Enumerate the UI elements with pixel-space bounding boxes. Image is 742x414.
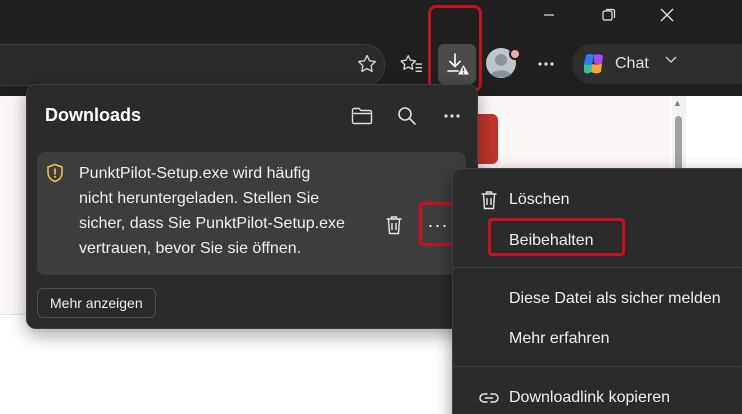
more-icon [538, 62, 554, 66]
close-icon [660, 8, 674, 22]
delete-download-button[interactable] [381, 212, 407, 238]
address-bar[interactable] [0, 44, 385, 86]
menu-item-label: Löschen [509, 191, 570, 208]
favorites-button[interactable] [396, 49, 426, 79]
warning-line: nicht heruntergeladen. Stellen Sie [79, 190, 320, 207]
menu-item-label: Diese Datei als sicher melden [509, 290, 721, 307]
download-context-menu: Löschen Beibehalten Diese Datei als sich… [452, 168, 742, 414]
screen: Chat ▲ Downloads PunktPilot-Setup.exe wi… [0, 0, 742, 414]
menu-item-report-safe[interactable]: Diese Datei als sicher melden [453, 280, 742, 318]
open-downloads-folder-button[interactable] [349, 103, 375, 129]
maximize-button[interactable] [586, 0, 632, 30]
search-icon [398, 107, 416, 125]
minimize-icon [544, 14, 554, 16]
warning-line: vertrauen, bevor Sie sie öffnen. [79, 240, 302, 257]
warning-line: sicher, dass Sie PunktPilot-Setup.exe [79, 215, 345, 232]
trash-icon [479, 190, 499, 210]
warning-shield-icon [47, 163, 63, 183]
annotation-highlight-keep [488, 218, 625, 256]
add-favorite-button[interactable] [352, 49, 382, 79]
notification-dot [509, 48, 521, 60]
menu-item-copy-download-link[interactable]: Downloadlink kopieren [453, 379, 742, 414]
copilot-icon [584, 54, 603, 74]
menu-item-label: Downloadlink kopieren [509, 389, 670, 406]
chat-label: Chat [615, 55, 649, 72]
close-window-button[interactable] [644, 0, 690, 30]
chevron-down-icon[interactable] [664, 54, 678, 64]
annotation-highlight-download [428, 5, 482, 92]
downloads-more-options-button[interactable] [439, 103, 465, 129]
menu-item-label: Mehr erfahren [509, 330, 610, 347]
maximize-icon [602, 8, 616, 21]
trash-icon [386, 216, 402, 235]
title-bar [0, 0, 742, 30]
folder-icon [351, 107, 373, 125]
download-item[interactable]: PunktPilot-Setup.exe wird häufig nicht h… [37, 152, 466, 275]
warning-line: PunktPilot-Setup.exe wird häufig [79, 165, 311, 182]
scroll-up-arrow[interactable]: ▲ [673, 98, 682, 108]
menu-separator [453, 366, 742, 367]
minimize-button[interactable] [526, 0, 572, 30]
star-icon [357, 54, 377, 73]
show-more-button[interactable]: Mehr anzeigen [37, 288, 156, 318]
settings-more-button[interactable] [531, 49, 561, 79]
menu-item-learn-more[interactable]: Mehr erfahren [453, 320, 742, 358]
downloads-flyout: Downloads PunktPilot-Setup.exe wird häuf… [26, 84, 478, 329]
menu-item-delete[interactable]: Löschen [453, 181, 742, 219]
more-icon [444, 114, 460, 118]
menu-separator [453, 267, 742, 268]
downloads-title: Downloads [45, 105, 142, 125]
search-downloads-button[interactable] [394, 103, 420, 129]
link-icon [479, 388, 499, 408]
download-warning-text: PunktPilot-Setup.exe wird häufig nicht h… [79, 161, 379, 261]
favorites-icon [400, 55, 422, 73]
